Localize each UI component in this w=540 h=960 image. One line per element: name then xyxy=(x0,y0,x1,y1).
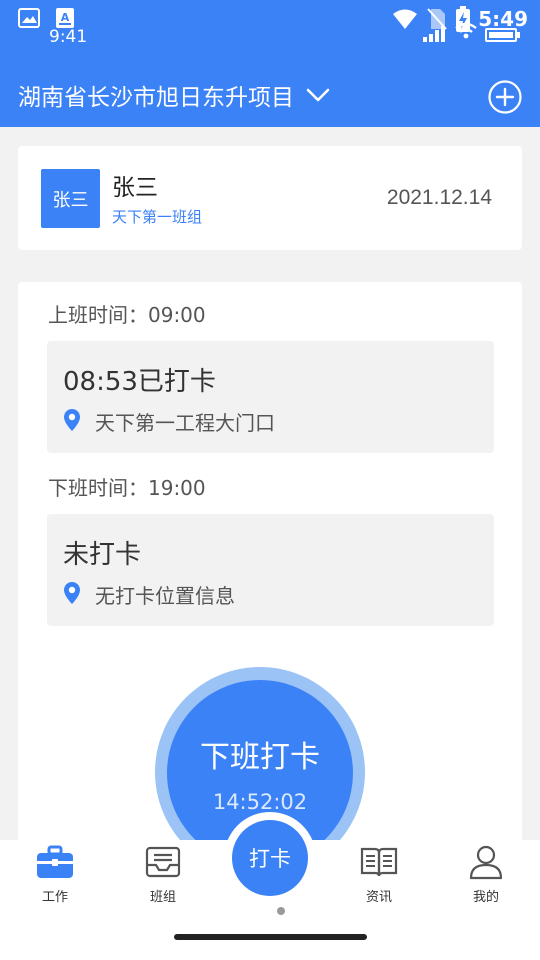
on-duty-label: 上班时间：09:00 xyxy=(48,303,206,327)
page-indicator-dot xyxy=(277,907,285,915)
tab-team-label: 班组 xyxy=(149,890,176,905)
tab-punch-button[interactable]: 打卡 xyxy=(232,820,308,896)
on-duty-status: 08:53已打卡 xyxy=(63,367,216,397)
battery-icon xyxy=(485,28,520,42)
location-pin-icon xyxy=(64,409,80,431)
project-title: 湖南省长沙市旭日东升项目 xyxy=(18,85,294,111)
briefcase-icon xyxy=(37,845,73,878)
current-date: 2021.12.14 xyxy=(386,186,492,209)
status-bar: A 9:41 5:49 xyxy=(0,0,540,52)
svg-text:A: A xyxy=(61,11,70,24)
add-circle-icon[interactable] xyxy=(488,80,522,114)
on-duty-location: 天下第一工程大门口 xyxy=(95,411,275,435)
user-profile-icon xyxy=(469,845,503,880)
inbox-tray-icon xyxy=(145,846,181,878)
tab-mine-label: 我的 xyxy=(472,890,499,905)
off-duty-record: 未打卡 无打卡位置信息 xyxy=(47,514,494,626)
open-book-icon xyxy=(360,847,398,877)
status-time-small: 9:41 xyxy=(49,27,88,47)
translate-notification-icon: A xyxy=(56,8,74,28)
location-pin-icon xyxy=(64,582,80,604)
chevron-down-icon xyxy=(306,88,330,102)
tab-work[interactable]: 工作 xyxy=(15,844,95,905)
tab-work-label: 工作 xyxy=(41,890,68,905)
avatar: 张三 xyxy=(41,169,100,228)
tab-punch-label: 打卡 xyxy=(249,847,291,871)
image-notification-icon xyxy=(18,8,40,28)
home-indicator[interactable] xyxy=(174,934,367,940)
tab-news[interactable]: 资讯 xyxy=(339,844,419,905)
off-duty-label: 下班时间：19:00 xyxy=(48,476,206,500)
signal-icon xyxy=(423,26,445,42)
tab-mine[interactable]: 我的 xyxy=(446,844,526,905)
on-duty-record: 08:53已打卡 天下第一工程大门口 xyxy=(47,341,494,453)
wifi-small-icon xyxy=(455,22,477,39)
punch-button-label: 下班打卡 xyxy=(200,740,320,775)
project-selector[interactable]: 湖南省长沙市旭日东升项目 xyxy=(18,78,330,112)
off-duty-status: 未打卡 xyxy=(63,540,142,570)
punch-button-time: 14:52:02 xyxy=(212,790,308,814)
tab-team[interactable]: 班组 xyxy=(123,844,203,905)
user-name: 张三 xyxy=(112,175,158,201)
status-left: A xyxy=(18,8,74,28)
wifi-icon xyxy=(393,9,418,29)
app-header: 湖南省长沙市旭日东升项目 xyxy=(0,52,540,127)
user-team: 天下第一班组 xyxy=(112,208,203,226)
tab-news-label: 资讯 xyxy=(365,890,392,905)
off-duty-location: 无打卡位置信息 xyxy=(95,584,235,608)
user-card: 张三 张三 天下第一班组 2021.12.14 xyxy=(18,146,522,250)
